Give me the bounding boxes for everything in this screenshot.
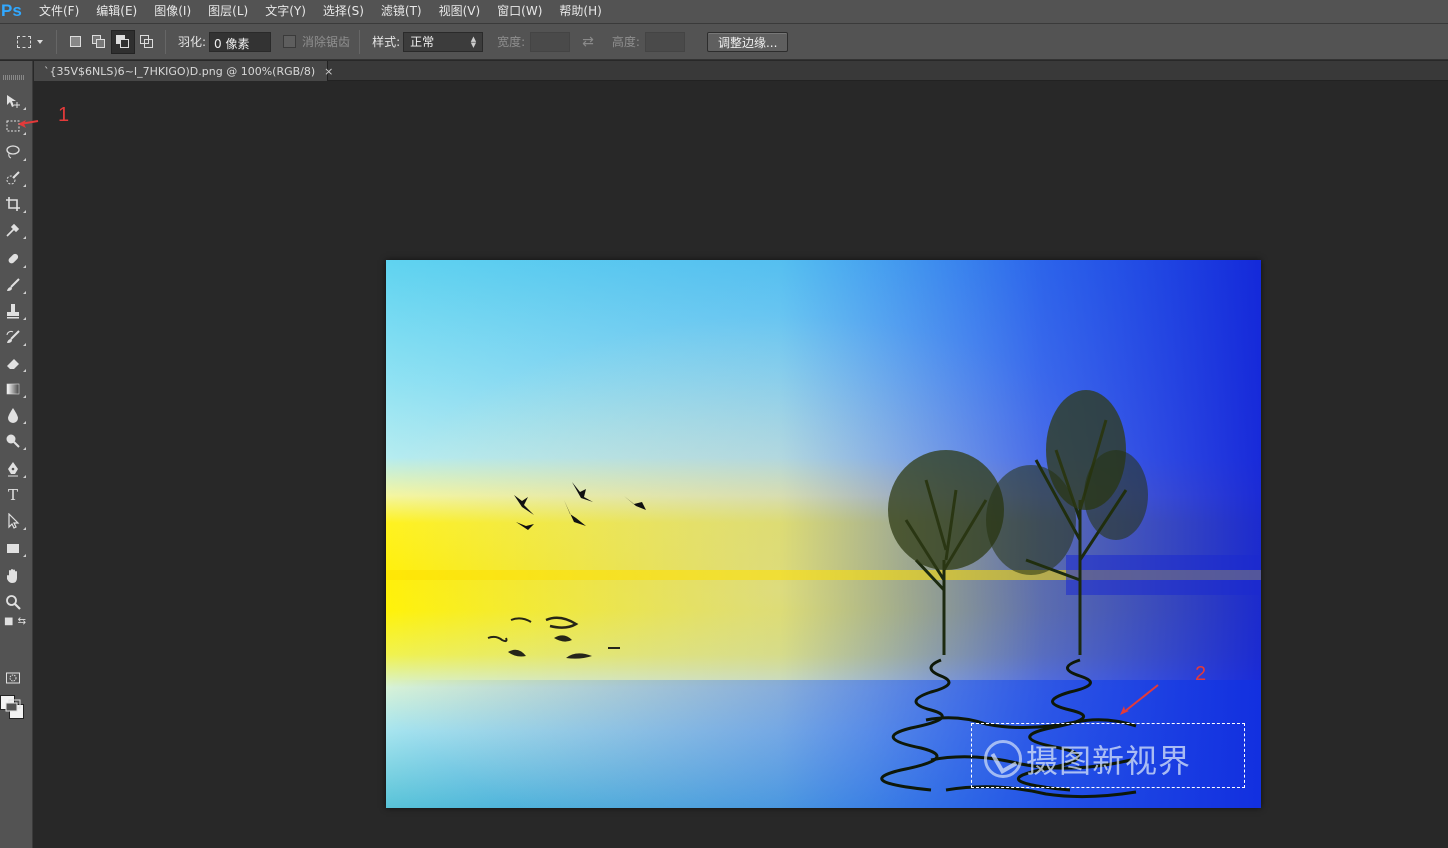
refine-edge-button[interactable]: 调整边缘... [706, 31, 789, 52]
eyedropper-tool-icon[interactable] [3, 220, 23, 240]
chevron-down-icon [37, 39, 43, 44]
menu-filter[interactable]: 滤镜(T) [372, 0, 430, 24]
intersect-selection-icon [140, 34, 154, 49]
quick-mask-icon[interactable] [3, 668, 23, 688]
new-selection-button[interactable] [63, 30, 87, 54]
watermark-text: 摄图新视界 [1026, 742, 1192, 780]
eraser-tool-icon[interactable] [3, 353, 23, 373]
antialias-label: 消除锯齿 [302, 35, 351, 49]
document-tab[interactable]: `{35V$6NLS)6~I_7HKIGO)D.png @ 100%(RGB/8… [34, 61, 333, 81]
menu-help[interactable]: 帮助(H) [550, 0, 609, 24]
pen-tool-icon[interactable] [3, 459, 23, 479]
add-to-selection-button[interactable] [87, 30, 111, 54]
add-selection-icon [92, 34, 106, 49]
style-select[interactable]: 正常 ▲ ▼ [403, 31, 484, 52]
rectangle-tool-icon[interactable] [3, 538, 23, 558]
blur-tool-icon[interactable] [3, 405, 23, 425]
select-arrows-icon: ▲ ▼ [470, 34, 477, 49]
marquee-icon [17, 35, 31, 48]
feather-input[interactable]: 0 像素 [209, 31, 272, 52]
zoom-tool-icon[interactable] [3, 592, 23, 612]
brush-tool-icon[interactable] [3, 275, 23, 295]
dodge-tool-icon[interactable] [3, 431, 23, 451]
watermark: 摄图新视界 [984, 736, 1191, 782]
intersect-selection-button[interactable] [135, 30, 159, 54]
clone-stamp-tool-icon[interactable] [3, 301, 23, 321]
menu-window[interactable]: 窗口(W) [488, 0, 550, 24]
feather-label: 羽化: [178, 35, 207, 49]
rectangular-marquee-tool-icon[interactable] [3, 116, 23, 136]
menu-bar: Ps 文件(F) 编辑(E) 图像(I) 图层(L) 文字(Y) 选择(S) 滤… [0, 0, 1448, 24]
menu-file[interactable]: 文件(F) [30, 0, 87, 24]
tool-preset-picker[interactable] [10, 29, 50, 55]
menu-image[interactable]: 图像(I) [145, 0, 199, 24]
crop-tool-icon[interactable] [3, 194, 23, 214]
style-value: 正常 [410, 35, 435, 49]
antialias-checkbox[interactable] [283, 35, 297, 48]
subtract-selection-button[interactable] [111, 29, 135, 54]
default-colors-icon[interactable]: ■ ⇆ [0, 614, 30, 628]
toolbox: T ■ ⇆ [0, 61, 33, 848]
menu-view[interactable]: 视图(V) [430, 0, 489, 24]
watermark-logo-icon [984, 740, 1022, 778]
spot-healing-tool-icon[interactable] [3, 249, 23, 269]
menu-edit[interactable]: 编辑(E) [87, 0, 145, 24]
photoshop-logo: Ps [1, 0, 22, 20]
type-tool-icon[interactable]: T [3, 485, 23, 505]
close-icon[interactable]: × [324, 65, 333, 78]
document-tab-bar: `{35V$6NLS)6~I_7HKIGO)D.png @ 100%(RGB/8… [34, 61, 1448, 81]
new-selection-icon [69, 36, 81, 47]
style-label: 样式: [372, 35, 401, 49]
divider [56, 29, 57, 54]
menu-layer[interactable]: 图层(L) [199, 0, 256, 24]
width-input[interactable] [530, 31, 571, 52]
divider [359, 29, 361, 54]
history-brush-tool-icon[interactable] [3, 327, 23, 347]
width-label: 宽度: [497, 35, 526, 49]
subtract-selection-icon [116, 34, 130, 49]
annotation-marker-2: 2 [1195, 663, 1207, 685]
toolbox-grip[interactable] [3, 75, 25, 80]
divider [165, 29, 166, 54]
lasso-tool-icon[interactable] [3, 142, 23, 162]
hand-tool-icon[interactable] [3, 566, 23, 586]
move-tool-icon[interactable] [3, 91, 23, 111]
options-bar: 羽化: 0 像素 消除锯齿 样式: 正常 ▲ ▼ 宽度: ⇄ 高度: 调整边缘..… [0, 24, 1448, 60]
document-tab-title: `{35V$6NLS)6~I_7HKIGO)D.png @ 100%(RGB/8… [44, 64, 316, 78]
quick-selection-tool-icon[interactable] [3, 168, 23, 188]
height-label: 高度: [611, 35, 640, 49]
gradient-tool-icon[interactable] [3, 379, 23, 399]
path-selection-tool-icon[interactable] [3, 511, 23, 531]
swap-dimensions-icon[interactable]: ⇄ [582, 34, 594, 50]
menu-type[interactable]: 文字(Y) [256, 0, 314, 24]
menu-select[interactable]: 选择(S) [314, 0, 372, 24]
screen-mode-icon[interactable] [3, 696, 23, 716]
annotation-marker-1: 1 [58, 104, 70, 126]
height-input[interactable] [644, 31, 685, 52]
